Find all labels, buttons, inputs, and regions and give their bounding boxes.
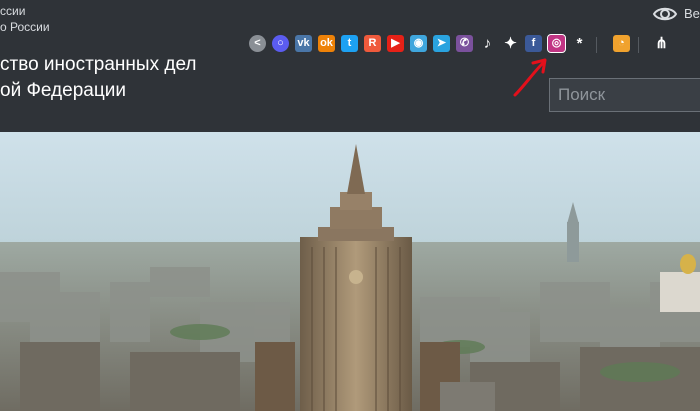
sparkle-icon[interactable]: ✦ [502, 35, 519, 52]
messenger-icon[interactable]: ○ [272, 35, 289, 52]
annotation-arrow [505, 55, 555, 105]
search-input[interactable] [549, 78, 700, 112]
youtube-icon[interactable]: ▶ [387, 35, 404, 52]
viber-icon[interactable]: ✆ [456, 35, 473, 52]
instagram-icon[interactable]: ◎ [547, 34, 566, 53]
subtitle-line-1: ссии [0, 4, 26, 18]
twitter-icon[interactable]: t [341, 35, 358, 52]
site-title[interactable]: ство иностранных дел ой Федерации [0, 52, 196, 104]
facebook-icon[interactable]: f [525, 35, 542, 52]
icon-separator [638, 37, 639, 53]
site-subtitle: ссии о России [0, 3, 50, 35]
site-header: ссии о России ство иностранных дел ой Фе… [0, 0, 700, 132]
rutube-icon[interactable]: R [364, 35, 381, 52]
vk-icon[interactable]: vk [295, 35, 312, 52]
accessibility-eye-icon[interactable] [652, 3, 678, 25]
asterisk-icon[interactable]: * [571, 35, 588, 52]
version-link[interactable]: Ве [684, 6, 700, 21]
icon-separator [596, 37, 597, 53]
title-line-1: ство иностранных дел [0, 54, 197, 75]
telegram-icon[interactable]: ➤ [433, 35, 450, 52]
share-icon[interactable]: < [249, 35, 266, 52]
sitemap-icon[interactable]: ⋔ [653, 35, 670, 52]
subtitle-line-2: о России [0, 20, 50, 34]
rss-icon[interactable]: ◔ [613, 35, 630, 52]
location-icon[interactable]: ◉ [410, 35, 427, 52]
odnoklassniki-icon[interactable]: ok [318, 35, 335, 52]
tiktok-icon[interactable]: ♪ [479, 35, 496, 52]
title-line-2: ой Федерации [0, 80, 126, 101]
hero-image-mfa-building [0, 132, 700, 411]
